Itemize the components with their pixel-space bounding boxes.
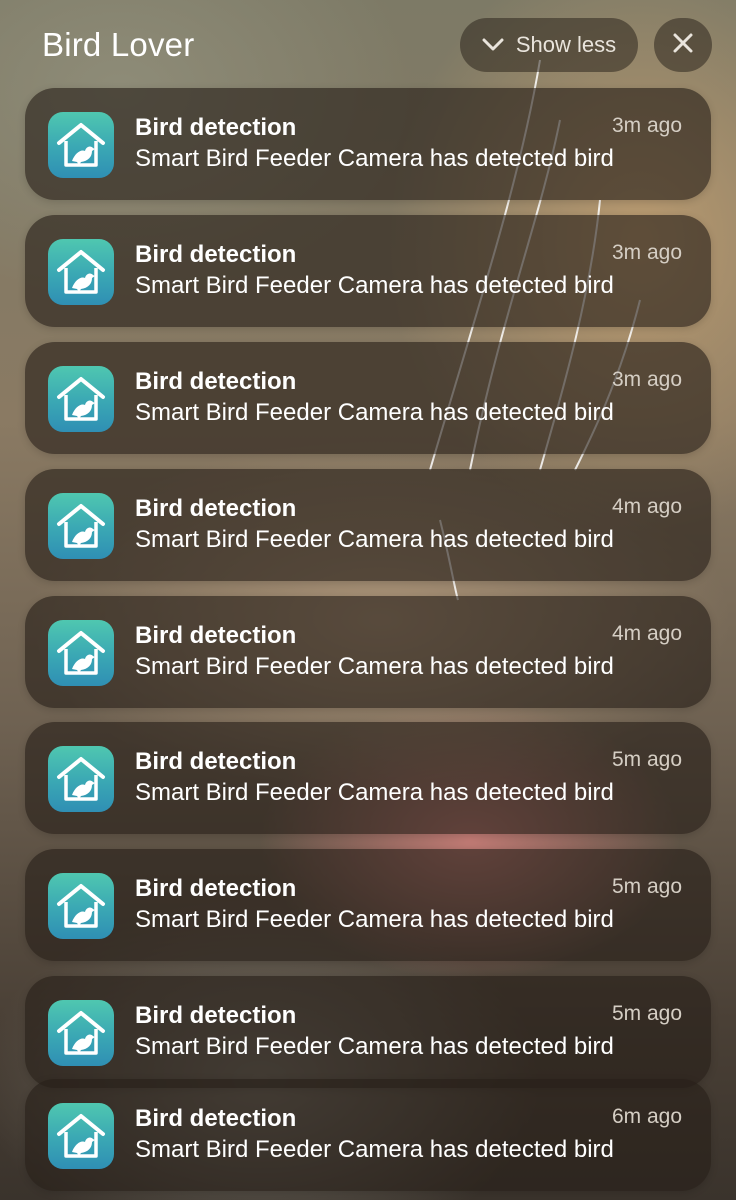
notification-body: Smart Bird Feeder Camera has detected bi… [135,526,614,553]
notification-title: Bird detection [135,114,297,141]
notification-time: 3m ago [611,368,682,391]
notification-card[interactable]: Bird detection Smart Bird Feeder Camera … [25,469,711,581]
notification-title: Bird detection [135,368,297,395]
bird-house-app-icon [48,493,114,559]
notification-card[interactable]: Bird detection Smart Bird Feeder Camera … [25,722,711,834]
notification-card[interactable]: Bird detection Smart Bird Feeder Camera … [25,215,711,327]
notification-title: Bird detection [135,1002,297,1029]
notification-body: Smart Bird Feeder Camera has detected bi… [135,1136,614,1163]
notification-card[interactable]: Bird detection Smart Bird Feeder Camera … [25,342,711,454]
notification-card[interactable]: Bird detection Smart Bird Feeder Camera … [25,596,711,708]
notification-time: 4m ago [611,622,682,645]
notification-card[interactable]: Bird detection Smart Bird Feeder Camera … [25,976,711,1088]
notification-list: Bird detection Smart Bird Feeder Camera … [0,0,736,1200]
notification-card[interactable]: Bird detection Smart Bird Feeder Camera … [25,1079,711,1191]
bird-house-app-icon [48,873,114,939]
notification-time: 6m ago [611,1105,682,1128]
notification-time: 5m ago [611,748,682,771]
notification-title: Bird detection [135,495,297,522]
notification-time: 4m ago [611,495,682,518]
notification-card[interactable]: Bird detection Smart Bird Feeder Camera … [25,849,711,961]
notification-time: 3m ago [611,241,682,264]
notification-time: 3m ago [611,114,682,137]
notification-body: Smart Bird Feeder Camera has detected bi… [135,906,614,933]
notification-title: Bird detection [135,622,297,649]
notification-body: Smart Bird Feeder Camera has detected bi… [135,272,614,299]
notification-body: Smart Bird Feeder Camera has detected bi… [135,779,614,806]
bird-house-app-icon [48,112,114,178]
notification-card[interactable]: Bird detection Smart Bird Feeder Camera … [25,88,711,200]
notification-title: Bird detection [135,241,297,268]
notification-title: Bird detection [135,748,297,775]
notification-time: 5m ago [611,1002,682,1025]
notification-body: Smart Bird Feeder Camera has detected bi… [135,399,614,426]
notification-title: Bird detection [135,1105,297,1132]
notification-title: Bird detection [135,875,297,902]
bird-house-app-icon [48,746,114,812]
bird-house-app-icon [48,366,114,432]
bird-house-app-icon [48,239,114,305]
notification-body: Smart Bird Feeder Camera has detected bi… [135,145,614,172]
notification-body: Smart Bird Feeder Camera has detected bi… [135,1033,614,1060]
notification-time: 5m ago [611,875,682,898]
bird-house-app-icon [48,1000,114,1066]
bird-house-app-icon [48,1103,114,1169]
bird-house-app-icon [48,620,114,686]
notification-body: Smart Bird Feeder Camera has detected bi… [135,653,614,680]
